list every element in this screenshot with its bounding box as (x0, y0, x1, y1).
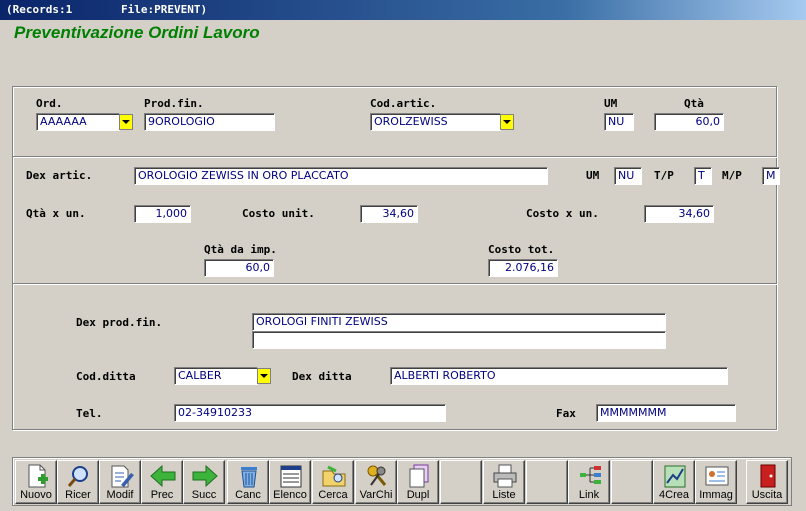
prod-fin-label: Prod.fin. (144, 97, 204, 110)
empty-toolbar-slot (611, 460, 653, 504)
new-document-icon (28, 464, 48, 488)
qta-imp-field[interactable]: 60,0 (204, 259, 274, 277)
create-chart-icon (664, 465, 686, 488)
dex-prod-fin-field[interactable]: OROLOGI FINITI ZEWISS (252, 313, 666, 331)
liste-button[interactable]: Liste (483, 460, 525, 504)
trash-icon (241, 467, 257, 488)
cod-artic-combo[interactable]: OROLZEWISS (370, 113, 514, 131)
nuovo-button[interactable]: Nuovo (15, 460, 57, 504)
arrow-left-icon (150, 464, 176, 488)
search-folder-icon (322, 465, 346, 487)
exit-door-icon (760, 464, 776, 488)
uscita-button[interactable]: Uscita (746, 460, 788, 504)
tp-field[interactable]: T (694, 167, 712, 185)
tp-label: T/P (654, 169, 674, 182)
magnifier-icon (67, 466, 88, 487)
separator (13, 156, 777, 158)
ord-field[interactable]: AAAAAA (36, 113, 120, 131)
mp-label: M/P (722, 169, 742, 182)
ricer-button[interactable]: Ricer (57, 460, 99, 504)
prec-button[interactable]: Prec (141, 460, 183, 504)
elenco-button[interactable]: Elenco (269, 460, 311, 504)
qta-field[interactable]: 60,0 (654, 113, 724, 131)
um-field-2[interactable]: NU (614, 167, 642, 185)
cod-artic-label: Cod.artic. (370, 97, 437, 110)
list-icon (280, 465, 302, 488)
duplicate-icon (409, 464, 429, 488)
tel-field[interactable]: 02-34910233 (174, 404, 446, 422)
image-card-icon (705, 466, 729, 486)
canc-button[interactable]: Canc (227, 460, 269, 504)
costo-unit-label: Costo unit. (242, 207, 315, 220)
modif-button[interactable]: Modif (99, 460, 141, 504)
immag-button[interactable]: Immag (695, 460, 737, 504)
keys-icon (367, 465, 387, 486)
link-tree-icon (580, 466, 601, 484)
cod-ditta-dropdown-arrow-icon[interactable] (257, 368, 271, 384)
cerca-button[interactable]: Cerca (312, 460, 354, 504)
varchi-button[interactable]: VarChi (355, 460, 397, 504)
title-bar: (Records:1 File:PREVENT) (0, 0, 806, 20)
fax-field[interactable]: MMMMMMM (596, 404, 736, 422)
tel-label: Tel. (76, 407, 103, 420)
costo-tot-label: Costo tot. (488, 243, 555, 256)
qta-x-un-label: Qtà x un. (26, 207, 86, 220)
dex-prod-fin-field-2[interactable] (252, 331, 666, 349)
costo-x-un-label: Costo x un. (526, 207, 599, 220)
separator (13, 283, 777, 285)
arrow-right-icon (192, 464, 218, 488)
dex-ditta-field[interactable]: ALBERTI ROBERTO (390, 367, 728, 385)
4crea-button[interactable]: 4Crea (653, 460, 695, 504)
link-button[interactable]: Link (568, 460, 610, 504)
dex-ditta-label: Dex ditta (292, 370, 352, 383)
cod-artic-dropdown-arrow-icon[interactable] (500, 114, 514, 130)
um-label: UM (604, 97, 618, 110)
empty-toolbar-slot (526, 460, 568, 504)
um-label-2: UM (586, 169, 600, 182)
ord-label: Ord. (36, 97, 63, 110)
ord-dropdown-arrow-icon[interactable] (119, 114, 133, 130)
dupl-button[interactable]: Dupl (397, 460, 439, 504)
dex-artic-label: Dex artic. (26, 169, 93, 182)
prod-fin-field[interactable]: 9OROLOGIO (144, 113, 275, 131)
file-indicator: File:PREVENT) (121, 3, 208, 16)
fax-label: Fax (556, 407, 576, 420)
dex-artic-field[interactable]: OROLOGIO ZEWISS IN ORO PLACCATO (134, 167, 548, 185)
cod-artic-field[interactable]: OROLZEWISS (370, 113, 501, 131)
costo-x-un-field[interactable]: 34,60 (644, 205, 714, 223)
mp-field[interactable]: M (762, 167, 780, 185)
dex-prod-fin-label: Dex prod.fin. (76, 316, 163, 329)
costo-unit-field[interactable]: 34,60 (360, 205, 418, 223)
empty-toolbar-slot (440, 460, 482, 504)
costo-tot-field[interactable]: 2.076,16 (488, 259, 558, 277)
printer-icon (493, 464, 517, 488)
records-indicator: (Records:1 (6, 3, 73, 16)
cod-ditta-combo[interactable]: CALBER (174, 367, 271, 385)
cod-ditta-label: Cod.ditta (76, 370, 136, 383)
um-field[interactable]: NU (604, 113, 634, 131)
page-title: Preventivazione Ordini Lavoro (14, 23, 260, 42)
qta-x-un-field[interactable]: 1,000 (134, 205, 191, 223)
cod-ditta-field[interactable]: CALBER (174, 367, 258, 385)
succ-button[interactable]: Succ (183, 460, 225, 504)
ord-combo[interactable]: AAAAAA (36, 113, 133, 131)
edit-document-icon (111, 465, 134, 488)
qta-imp-label: Qtà da imp. (204, 243, 277, 256)
qta-label: Qtà (684, 97, 704, 110)
